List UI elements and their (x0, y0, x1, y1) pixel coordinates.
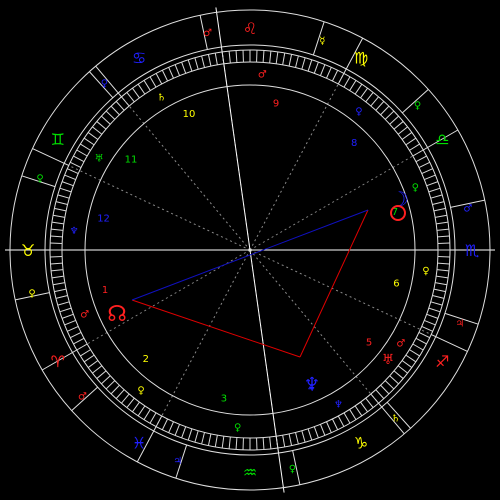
sign-ruler-virgo: ☿ (319, 36, 325, 47)
sign-ruler-sagittarius: ♃ (455, 318, 464, 329)
house-number: 1 (102, 285, 108, 296)
sign-glyph-taurus: ♉ (21, 241, 35, 260)
sign-glyph-aquarius: ♒ (243, 463, 257, 482)
neptune-glyph: ♆ (304, 374, 320, 395)
house-number: 12 (97, 214, 110, 225)
house-ruler: ♀ (412, 183, 419, 194)
house-number: 9 (273, 98, 279, 109)
sign-glyph-libra: ♎ (435, 130, 449, 149)
house-number: 3 (221, 394, 227, 405)
sign-ruler-taurus: ♀ (28, 288, 35, 299)
house-number: 2 (143, 354, 149, 365)
north-node-glyph: ☊ (107, 302, 127, 327)
sign-ruler-libra: ♀ (414, 100, 421, 111)
house-number: 5 (366, 337, 372, 348)
sign-glyph-leo: ♌ (243, 19, 257, 38)
house-number: 11 (125, 155, 138, 166)
sign-glyph-pisces: ♓ (132, 433, 146, 452)
house-ruler: ♅ (95, 154, 104, 165)
sign-ruler-cancer: ♀ (101, 78, 108, 89)
sign-ruler-leo: ♂ (203, 28, 212, 39)
house-number: 10 (183, 109, 196, 120)
house-ruler: ♆ (70, 226, 79, 237)
house-ruler: ♂ (80, 309, 89, 320)
sign-glyph-gemini: ♊ (51, 130, 65, 149)
house-ruler: ♀ (355, 107, 362, 118)
house-number: 8 (351, 138, 357, 149)
sign-ruler-aries: ♂ (78, 392, 87, 403)
sign-glyph-capricorn: ♑ (354, 433, 368, 452)
house-ruler: ♂ (396, 338, 405, 349)
house-ruler: ♄ (157, 93, 166, 104)
sign-ruler-capricorn: ♄ (391, 414, 400, 425)
sign-glyph-cancer: ♋ (132, 49, 146, 68)
natal-chart-wheel: ♌♂♋♀♊♀♉♀♈♂♓♃♒ ♀♑♄♐♃♏♂♎♀♍☿ 1♂2♀3♀4♆5 ♂6♀7♀8… (0, 0, 500, 500)
house-ruler: ♀ (234, 423, 241, 434)
house-ruler: ♀ (422, 266, 429, 277)
house-number: 6 (393, 278, 399, 289)
sign-glyph-sagittarius: ♐ (435, 352, 449, 371)
sign-ruler-aquarius: ♀ (289, 464, 296, 475)
uranus-glyph: ♅ (382, 352, 395, 368)
sign-glyph-aries: ♈ (51, 352, 65, 371)
house-ruler: ♂ (258, 69, 267, 80)
sign-glyph-scorpio: ♏ (465, 241, 479, 260)
house-ruler: ♀ (137, 385, 144, 396)
sign-glyph-virgo: ♍ (354, 49, 368, 68)
sign-ruler-gemini: ♀ (36, 174, 43, 185)
sign-ruler-scorpio: ♂ (463, 204, 472, 215)
sign-ruler-pisces: ♃ (173, 456, 182, 467)
house-ruler: ♆ (334, 399, 343, 410)
